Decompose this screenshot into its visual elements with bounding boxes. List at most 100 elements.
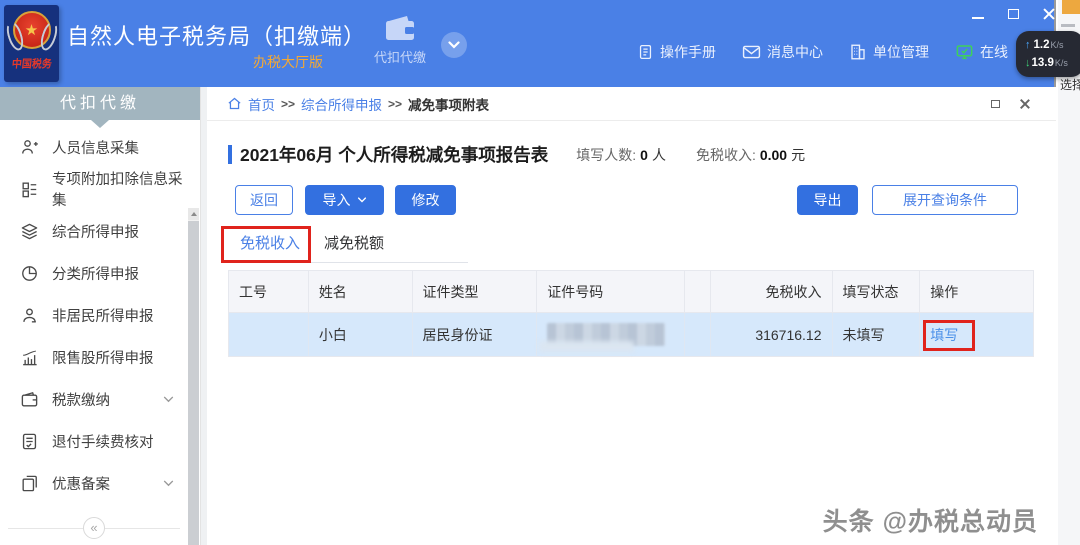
menu-label: 消息中心 (767, 44, 823, 60)
menu-label: 操作手册 (660, 44, 716, 60)
import-label: 导入 (322, 192, 351, 208)
tab-tax-free-income[interactable]: 免税收入 (228, 228, 312, 262)
sidebar-item-nonresident-income[interactable]: 非居民所得申报 (0, 294, 188, 336)
col-fill-status: 填写状态 (833, 271, 921, 312)
cell-tax-free-income: 316716.12 (711, 313, 833, 356)
maximize-icon[interactable] (1008, 9, 1019, 19)
upload-speed-value: 1.2 (1033, 39, 1050, 51)
sidebar-item-label: 税款缴纳 (52, 392, 110, 409)
cell-id-number (537, 313, 685, 356)
person-icon (23, 307, 36, 323)
breadcrumb-parent-link[interactable]: 综合所得申报 (301, 94, 382, 114)
sidebar-item-refund-fee-check[interactable]: 退付手续费核对 (0, 420, 188, 462)
sidebar-item-preferential-record[interactable]: 优惠备案 (0, 462, 188, 504)
title-accent-bar (228, 145, 232, 164)
sidebar-item-classified-income[interactable]: 分类所得申报 (0, 252, 188, 294)
expand-query-button[interactable]: 展开查询条件 (872, 185, 1018, 215)
sidebar-item-restricted-shares[interactable]: 限售股所得申报 (0, 336, 188, 378)
sidebar-item-label: 非居民所得申报 (52, 308, 154, 325)
sidebar-item-label: 优惠备案 (52, 476, 110, 493)
sidebar-item-personnel-info[interactable]: 人员信息采集 (0, 126, 188, 168)
tax-free-income-value: 0.00 (759, 146, 788, 163)
wallet-outline-icon (21, 391, 38, 407)
restore-icon[interactable] (991, 100, 1000, 108)
sidebar-item-label: 限售股所得申报 (52, 350, 154, 367)
sidebar-item-label: 分类所得申报 (52, 266, 139, 283)
title-row: 2021年06月 个人所得税减免事项报告表 填写人数: 0 人 免税收入: 0.… (228, 142, 805, 167)
module-withholding[interactable]: 代扣代缴 (368, 14, 432, 66)
scroll-up-arrow[interactable] (188, 208, 199, 220)
chevron-down-icon (448, 41, 460, 49)
close-tab-icon[interactable] (1020, 99, 1030, 109)
table-row[interactable]: 小白 居民身份证 316716.12 未填写 填写 (229, 313, 1033, 357)
export-button[interactable]: 导出 (797, 185, 858, 215)
fill-count-value: 0 (640, 146, 648, 163)
table-header-row: 工号 姓名 证件类型 证件号码 免税收入 填写状态 操作 (229, 271, 1033, 313)
col-spacer (685, 271, 711, 312)
person-add-icon (22, 139, 38, 153)
watermark: 头条 @办税总动员 (822, 508, 1038, 536)
edge-orange-block (1062, 0, 1080, 14)
breadcrumb-home-link[interactable]: 首页 (248, 94, 275, 114)
bar-chart-icon (23, 350, 37, 365)
page-title: 2021年06月 个人所得税减免事项报告表 (240, 145, 549, 165)
sidebar-item-tax-payment[interactable]: 税款缴纳 (0, 378, 188, 420)
minimize-icon[interactable] (972, 17, 984, 19)
import-button[interactable]: 导入 (305, 185, 384, 215)
sidebar-item-label: 退付手续费核对 (52, 434, 154, 451)
chevron-down-icon[interactable] (163, 480, 174, 487)
back-button[interactable]: 返回 (235, 185, 293, 215)
module-switch-button[interactable] (441, 32, 467, 58)
modify-button[interactable]: 修改 (395, 185, 456, 215)
sidebar-header: 代扣代缴 (0, 87, 200, 128)
wallet-icon (386, 16, 414, 40)
menu-unit-management[interactable]: 单位管理 (849, 42, 929, 62)
summary-stats: 填写人数: 0 人 免税收入: 0.00 元 (576, 145, 805, 165)
upload-arrow-icon: ↑ (1025, 39, 1031, 51)
sidebar-item-special-deduction[interactable]: 专项附加扣除信息采集 (0, 168, 188, 210)
content-area: 首页 >> 综合所得申报 >> 减免事项附表 2021年06月 个人所得税减免事… (201, 87, 1056, 545)
chevron-down-icon (357, 197, 366, 203)
menu-label: 单位管理 (873, 44, 929, 60)
status-badge: 未填写 (842, 326, 885, 343)
col-emp-no: 工号 (229, 271, 309, 312)
tab-tax-reduction[interactable]: 减免税额 (312, 228, 396, 262)
chevron-down-icon[interactable] (163, 396, 174, 403)
app-window: ★ 中国税务 自然人电子税务局（扣缴端） 办税大厅版 代扣代缴 操作手册 消息中… (0, 0, 1056, 545)
fill-action-link[interactable]: 填写 (930, 325, 958, 345)
app-subtitle: 办税大厅版 (253, 54, 323, 70)
cell-fill-status: 未填写 (833, 313, 921, 356)
menu-label: 在线 (980, 44, 1008, 60)
tax-free-income-label: 免税收入: (695, 146, 756, 163)
menu-operation-manual[interactable]: 操作手册 (637, 42, 716, 62)
edge-text-fragment (1061, 24, 1075, 27)
building-icon (851, 44, 865, 60)
report-panel: 2021年06月 个人所得税减免事项报告表 填写人数: 0 人 免税收入: 0.… (207, 121, 1056, 545)
cell-id-type: 居民身份证 (413, 313, 538, 356)
background-window-edge: 选择 (1058, 0, 1080, 545)
online-monitor-icon (956, 45, 973, 60)
cell-name: 小白 (309, 313, 413, 356)
breadcrumb-separator: >> (388, 96, 403, 111)
close-icon[interactable] (1043, 8, 1055, 20)
envelope-icon (742, 45, 761, 59)
window-controls (972, 6, 1055, 22)
sidebar-collapse-button[interactable]: « (83, 517, 105, 539)
top-header-bar: ★ 中国税务 自然人电子税务局（扣缴端） 办税大厅版 代扣代缴 操作手册 消息中… (0, 0, 1054, 87)
fill-count-unit: 人 (651, 146, 666, 163)
menu-online-status[interactable]: 在线 (955, 42, 1008, 62)
sidebar-scrollbar-thumb[interactable] (188, 221, 199, 545)
pie-chart-icon (22, 265, 37, 281)
screen: ★ 中国税务 自然人电子税务局（扣缴端） 办税大厅版 代扣代缴 操作手册 消息中… (0, 0, 1080, 545)
upload-speed-unit: K/s (1050, 40, 1064, 50)
triangle-up-icon (190, 212, 197, 216)
menu-message-center[interactable]: 消息中心 (742, 42, 823, 62)
sidebar-menu: 人员信息采集 专项附加扣除信息采集 综合所得申报 分类所得申报 非居民所得申报 (0, 126, 188, 504)
breadcrumb: 首页 >> 综合所得申报 >> 减免事项附表 (207, 87, 1056, 121)
cell-spacer (685, 313, 711, 356)
national-emblem-icon: ★ (12, 11, 51, 49)
sidebar-item-comprehensive-income[interactable]: 综合所得申报 (0, 210, 188, 252)
tax-free-income-unit: 元 (791, 146, 806, 163)
star-icon: ★ (24, 21, 39, 39)
layers-icon (21, 223, 38, 239)
